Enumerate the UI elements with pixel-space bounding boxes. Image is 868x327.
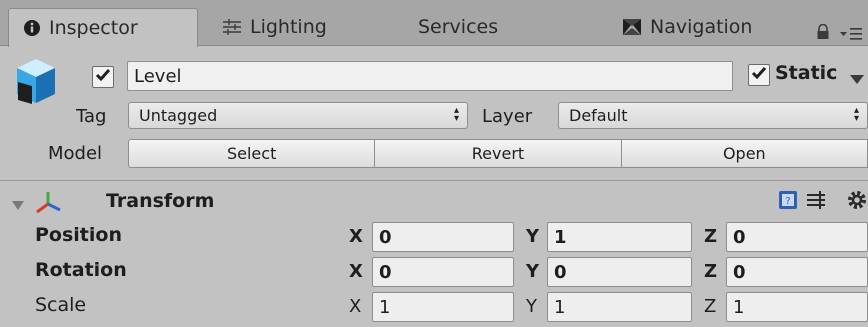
layer-value: Default — [569, 106, 628, 125]
rotation-x-field[interactable]: 0 — [372, 257, 514, 287]
tag-value: Untagged — [139, 106, 218, 125]
tab-lighting-label: Lighting — [250, 16, 327, 38]
lock-icon[interactable] — [816, 23, 830, 45]
transform-axis-icon — [34, 190, 64, 219]
rotation-z-field[interactable]: 0 — [726, 257, 868, 287]
help-book-icon[interactable]: ? — [778, 190, 798, 215]
navigation-icon — [622, 18, 642, 36]
object-name-value: Level — [134, 65, 182, 87]
layer-label: Layer — [482, 106, 533, 127]
foldout-arrow-icon[interactable] — [12, 196, 24, 216]
dropdown-arrows-icon: ▴ ▾ — [453, 105, 459, 124]
model-open-button[interactable]: Open — [621, 139, 868, 168]
tab-services[interactable]: Services — [418, 8, 498, 46]
tab-inspector[interactable]: Inspector — [8, 8, 198, 47]
tab-navigation[interactable]: Navigation — [622, 8, 752, 46]
object-name-input[interactable]: Level — [127, 61, 733, 91]
tab-lighting[interactable]: Lighting — [222, 8, 327, 46]
tab-services-label: Services — [418, 16, 499, 38]
position-x-field[interactable]: 0 — [372, 222, 514, 252]
model-revert-button[interactable]: Revert — [375, 139, 622, 168]
position-y-label[interactable]: Y — [526, 226, 539, 247]
rotation-label: Rotation — [35, 259, 127, 281]
model-select-button[interactable]: Select — [128, 139, 376, 168]
info-icon — [23, 19, 41, 37]
scale-label: Scale — [35, 294, 87, 316]
static-checkbox[interactable] — [748, 64, 770, 86]
scale-x-label[interactable]: X — [349, 296, 361, 317]
section-divider — [0, 180, 868, 181]
rotation-x-label[interactable]: X — [349, 261, 363, 282]
dropdown-arrows-icon: ▴ ▾ — [853, 105, 859, 124]
gear-icon[interactable] — [846, 189, 868, 216]
model-label: Model — [48, 143, 103, 164]
position-label: Position — [35, 224, 122, 246]
tab-inspector-label: Inspector — [49, 17, 138, 39]
scale-x-field[interactable]: 1 — [372, 292, 514, 322]
position-y-field[interactable]: 1 — [547, 222, 692, 252]
layer-dropdown[interactable]: Default ▴ ▾ — [558, 102, 868, 129]
checkmark-icon — [751, 65, 767, 85]
tab-navigation-label: Navigation — [650, 16, 753, 38]
active-toggle-checkbox[interactable] — [92, 66, 114, 88]
model-button-group: Select Revert Open — [128, 139, 868, 168]
gameobject-cube-icon — [14, 56, 58, 111]
position-z-label[interactable]: Z — [704, 226, 717, 247]
tab-bar: Inspector Lighting Services Navigation — [0, 0, 868, 47]
static-label[interactable]: Static — [775, 62, 845, 88]
scale-y-label[interactable]: Y — [526, 296, 537, 317]
rotation-y-label[interactable]: Y — [526, 261, 539, 282]
rotation-y-field[interactable]: 0 — [547, 257, 692, 287]
position-x-label[interactable]: X — [349, 226, 363, 247]
tag-dropdown[interactable]: Untagged ▴ ▾ — [128, 102, 468, 129]
transform-title[interactable]: Transform — [106, 190, 214, 212]
tab-menu-icon[interactable] — [840, 26, 862, 46]
lighting-icon — [222, 18, 242, 36]
rotation-z-label[interactable]: Z — [704, 261, 717, 282]
tag-label: Tag — [76, 106, 107, 127]
scale-y-field[interactable]: 1 — [547, 292, 692, 322]
checkmark-icon — [95, 67, 111, 87]
preset-sliders-icon[interactable] — [806, 190, 826, 215]
position-z-field[interactable]: 0 — [726, 222, 868, 252]
scale-z-field[interactable]: 1 — [726, 292, 868, 322]
svg-text:?: ? — [785, 196, 790, 207]
static-dropdown-arrow-icon[interactable] — [850, 70, 864, 90]
scale-z-label[interactable]: Z — [704, 296, 716, 317]
